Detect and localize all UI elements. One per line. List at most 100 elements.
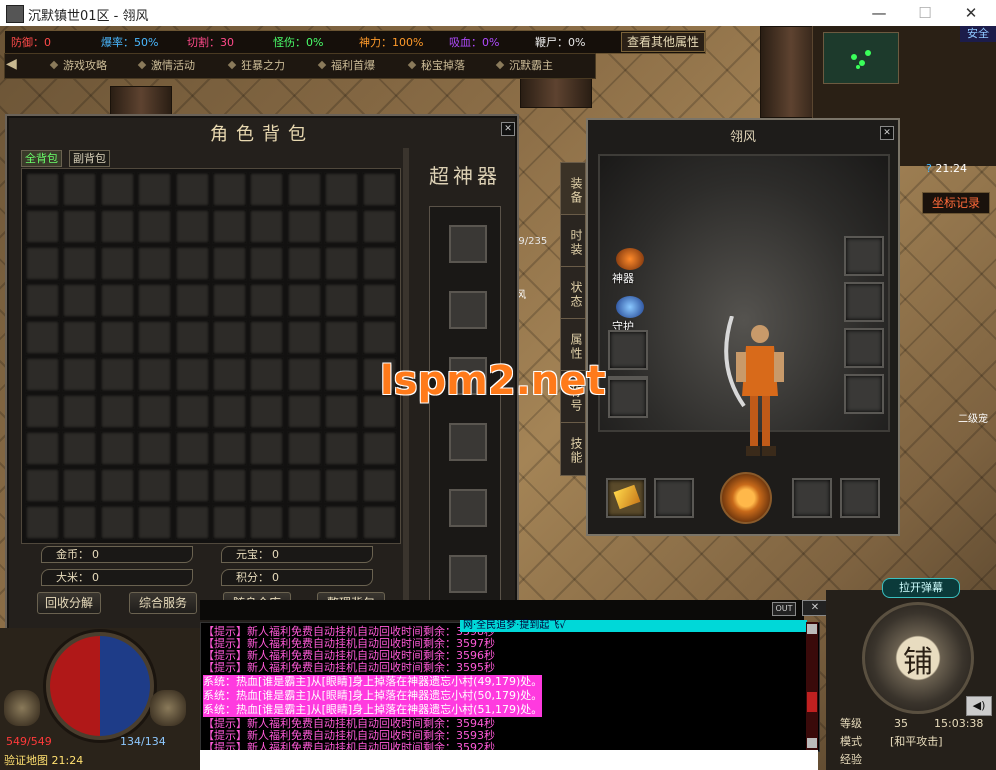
menu-welfare[interactable]: 福利首爆 [317,57,375,75]
artifact-slot[interactable] [449,291,487,329]
artifact-slot[interactable] [449,555,487,593]
inventory-slot[interactable] [137,468,173,503]
inventory-slot[interactable] [174,394,210,429]
menu-treasure-drop[interactable]: 秘宝掉落 [407,57,465,75]
character-avatar[interactable] [722,316,792,466]
speaker-icon[interactable]: ◀) [966,696,992,716]
menu-berserk-power[interactable]: 狂暴之力 [227,57,285,75]
tab-fashion[interactable]: 时装 [560,214,586,268]
inventory-slot[interactable] [99,505,135,540]
inventory-slot[interactable] [324,431,360,466]
chat-scrollbar[interactable] [806,622,818,750]
inventory-slot[interactable] [137,172,173,207]
inventory-slot[interactable] [361,209,397,244]
inventory-grid[interactable] [21,168,401,544]
inventory-slot[interactable] [25,394,60,429]
inventory-slot[interactable] [212,209,247,244]
inventory-slot[interactable] [62,468,98,503]
inventory-slot[interactable] [99,209,135,244]
inventory-slot[interactable] [62,209,98,244]
inventory-slot[interactable] [324,209,360,244]
scroll-thumb[interactable] [807,692,817,712]
inventory-slot[interactable] [174,209,210,244]
inventory-slot[interactable] [25,468,60,503]
inventory-slot[interactable] [25,320,60,355]
inventory-slot[interactable] [137,394,173,429]
character-close-button[interactable]: ✕ [880,126,894,140]
inventory-slot[interactable] [25,209,60,244]
inventory-slot[interactable] [286,320,322,355]
inventory-slot[interactable] [249,246,285,281]
gem-orb-slot[interactable] [720,472,772,524]
inventory-slot[interactable] [249,209,285,244]
inventory-slot[interactable] [25,357,60,392]
chat-log[interactable]: 【提示】新人福利免费自动挂机自动回收时间剩余：3598秒 【提示】新人福利免费自… [200,622,820,752]
inventory-slot[interactable] [361,283,397,318]
menu-silent-overlord[interactable]: 沉默霸主 [495,57,553,75]
inventory-slot[interactable] [286,394,322,429]
inventory-slot[interactable] [286,209,322,244]
menu-events[interactable]: 激情活动 [137,57,195,75]
inventory-slot[interactable] [361,431,397,466]
inventory-slot[interactable] [324,505,360,540]
inventory-slot[interactable] [174,468,210,503]
inventory-slot[interactable] [286,283,322,318]
shop-wheel-button[interactable]: 铺 [862,602,974,714]
inventory-slot[interactable] [286,468,322,503]
inventory-slot[interactable] [361,172,397,207]
tab-equipment[interactable]: 装备 [560,162,586,216]
inventory-slot[interactable] [324,172,360,207]
inventory-slot[interactable] [25,283,60,318]
maximize-button[interactable]: ☐ [902,0,948,26]
artifact-slot[interactable] [449,423,487,461]
inventory-slot[interactable] [137,357,173,392]
inventory-close-button[interactable]: ✕ [501,122,515,136]
inventory-slot[interactable] [249,283,285,318]
inventory-slot[interactable] [324,468,360,503]
inventory-slot[interactable] [324,320,360,355]
inventory-slot[interactable] [212,246,247,281]
inventory-slot[interactable] [99,468,135,503]
inventory-slot[interactable] [62,505,98,540]
inventory-slot[interactable] [361,246,397,281]
inventory-slot[interactable] [174,283,210,318]
inventory-slot[interactable] [62,431,98,466]
inventory-slot[interactable] [99,394,135,429]
guardian-badge[interactable]: 守护 [612,296,644,334]
inventory-slot[interactable] [249,172,285,207]
artifact-slot[interactable] [449,225,487,263]
inventory-slot[interactable] [249,394,285,429]
inventory-slot[interactable] [137,283,173,318]
inventory-slot[interactable] [324,394,360,429]
inventory-slot[interactable] [324,246,360,281]
inventory-slot[interactable] [137,431,173,466]
minimize-button[interactable]: — [856,0,902,26]
inventory-slot[interactable] [62,246,98,281]
inventory-slot[interactable] [212,394,247,429]
inventory-slot[interactable] [174,172,210,207]
tab-skills[interactable]: 技能 [560,422,586,476]
inventory-slot[interactable] [62,172,98,207]
inventory-slot[interactable] [62,283,98,318]
scroll-up-icon[interactable] [807,624,817,634]
equip-slot[interactable] [844,282,884,322]
inventory-slot[interactable] [212,431,247,466]
inventory-slot[interactable] [249,505,285,540]
inventory-slot[interactable] [249,320,285,355]
inventory-slot[interactable] [25,431,60,466]
inventory-slot[interactable] [137,246,173,281]
inventory-slot[interactable] [99,246,135,281]
chat-close-button[interactable]: ✕ [802,600,828,616]
coordinate-record-button[interactable]: 坐标记录 [922,192,990,214]
inventory-slot[interactable] [99,172,135,207]
inventory-slot[interactable] [137,320,173,355]
inventory-slot[interactable] [25,172,60,207]
scroll-down-icon[interactable] [807,738,817,748]
inventory-slot[interactable] [62,357,98,392]
inventory-slot[interactable] [174,357,210,392]
inventory-slot[interactable] [249,468,285,503]
equip-slot[interactable] [844,374,884,414]
inventory-slot[interactable] [212,320,247,355]
artifact-slot[interactable] [449,489,487,527]
inventory-slot[interactable] [99,283,135,318]
